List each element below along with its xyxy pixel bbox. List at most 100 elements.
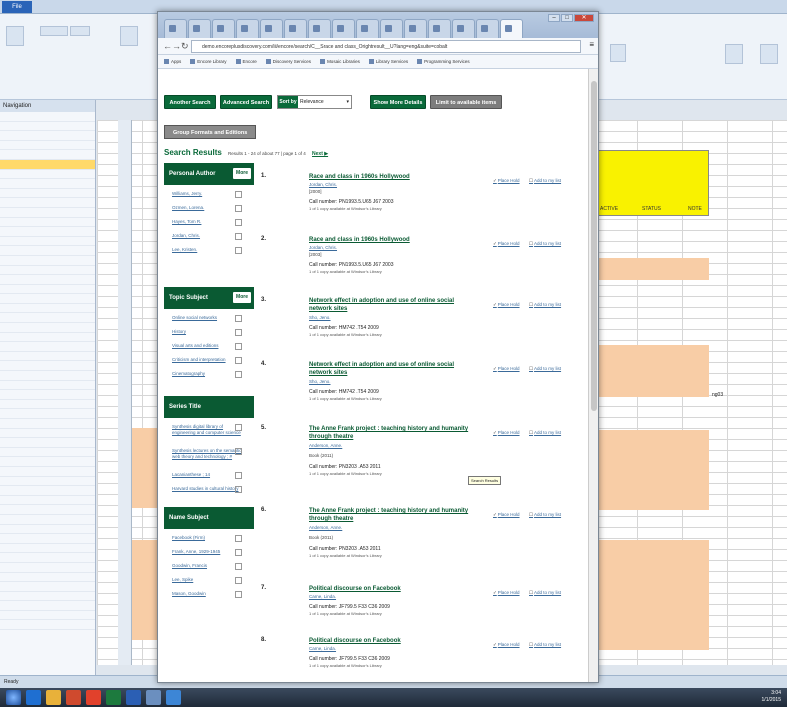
paste-button[interactable]: [6, 26, 24, 46]
another-search-button[interactable]: Another Search: [164, 95, 216, 109]
place-hold-link[interactable]: Place Hold: [493, 302, 520, 308]
browser-tab[interactable]: [476, 19, 499, 38]
browser-tab[interactable]: [428, 19, 451, 38]
task-pane-row[interactable]: [0, 477, 95, 487]
result-author-link[interactable]: Carne, Linda.: [309, 646, 336, 651]
browser-menu-icon[interactable]: ≡: [589, 40, 594, 49]
next-page-link[interactable]: Next ▶: [312, 151, 328, 157]
facet-item[interactable]: Hayes, Tom R.: [172, 219, 242, 226]
folder-icon[interactable]: [46, 690, 61, 705]
facet-item[interactable]: Goodwin, Francis: [172, 563, 242, 570]
place-hold-link[interactable]: Place Hold: [493, 590, 520, 596]
task-pane-row[interactable]: [0, 525, 95, 535]
task-pane-row[interactable]: [0, 237, 95, 247]
media-icon[interactable]: [66, 690, 81, 705]
task-pane-row[interactable]: [0, 122, 95, 132]
show-more-details-button[interactable]: Show More Details: [370, 95, 426, 109]
task-pane-row[interactable]: [0, 179, 95, 189]
browser-tab[interactable]: [332, 19, 355, 38]
browser-tab[interactable]: [164, 19, 187, 38]
facet-item[interactable]: Mason, Goodwin: [172, 591, 242, 598]
result-title-link[interactable]: Network effect in adoption and use of on…: [309, 297, 469, 313]
browser-tab[interactable]: [236, 19, 259, 38]
ie-icon[interactable]: [26, 690, 41, 705]
task-pane-row[interactable]: [0, 342, 95, 352]
result-title-link[interactable]: Political discourse on Facebook: [309, 637, 469, 645]
facet-item[interactable]: Cinematography: [172, 371, 242, 378]
task-pane-row[interactable]: [0, 505, 95, 515]
group-formats-button[interactable]: Group Formats and Editions: [164, 125, 256, 139]
format-button[interactable]: [610, 44, 626, 62]
facet-item[interactable]: Lee, Spike: [172, 577, 242, 584]
place-hold-link[interactable]: Place Hold: [493, 430, 520, 436]
bookmark-item[interactable]: Programming Services: [417, 59, 470, 64]
task-pane-row[interactable]: [0, 112, 95, 122]
chrome-icon[interactable]: [86, 690, 101, 705]
task-pane-row[interactable]: [0, 409, 95, 419]
browser-tab[interactable]: [356, 19, 379, 38]
task-pane-row[interactable]: [0, 131, 95, 141]
result-title-link[interactable]: The Anne Frank project : teaching histor…: [309, 507, 469, 523]
browser-tab[interactable]: [284, 19, 307, 38]
browser-tab[interactable]: [260, 19, 283, 38]
font-box[interactable]: [40, 26, 68, 36]
task-pane-row[interactable]: [0, 438, 95, 448]
task-pane-row[interactable]: [0, 620, 95, 631]
bookmark-item[interactable]: Discovery Services: [266, 59, 311, 64]
task-pane-row[interactable]: [0, 611, 95, 621]
minimize-button[interactable]: –: [548, 14, 560, 22]
app-icon[interactable]: [146, 690, 161, 705]
reload-icon[interactable]: ↻: [181, 41, 189, 51]
task-pane-row[interactable]: [0, 256, 95, 266]
bookmark-item[interactable]: Apps: [164, 59, 181, 64]
cells-button[interactable]: [760, 44, 778, 64]
facet-item[interactable]: History: [172, 329, 242, 336]
task-pane-row[interactable]: [0, 266, 95, 276]
font-size-box[interactable]: [70, 26, 90, 36]
word-icon[interactable]: [126, 690, 141, 705]
facet-item[interactable]: Criticism and interpretation: [172, 357, 242, 364]
add-to-list-link[interactable]: Add to my list: [529, 366, 561, 372]
task-pane-row[interactable]: [0, 573, 95, 583]
task-pane-row[interactable]: [0, 246, 95, 256]
result-author-link[interactable]: Anderson, Anne.: [309, 443, 342, 448]
task-pane-row[interactable]: [0, 304, 95, 314]
task-pane-row[interactable]: [0, 208, 95, 218]
task-pane-row[interactable]: [0, 361, 95, 372]
task-pane-row[interactable]: [0, 294, 95, 304]
bookmark-item[interactable]: Encore Library: [190, 59, 226, 64]
task-pane-row[interactable]: [0, 486, 95, 496]
task-pane-row[interactable]: [0, 227, 95, 237]
task-pane-row[interactable]: [0, 150, 95, 160]
url-input[interactable]: demo.encoreplusdiscovery.com/iii/encore/…: [191, 40, 581, 53]
task-pane-row[interactable]: [0, 457, 95, 467]
facet-item[interactable]: Jordan, Chris.: [172, 233, 242, 240]
task-pane-row[interactable]: [0, 371, 95, 381]
place-hold-link[interactable]: Place Hold: [493, 366, 520, 372]
task-pane-row[interactable]: [0, 218, 95, 228]
task-pane-row[interactable]: [0, 467, 95, 477]
align-button[interactable]: [120, 26, 138, 46]
facet-item[interactable]: Lee, Kristen.: [172, 247, 242, 254]
add-to-list-link[interactable]: Add to my list: [529, 302, 561, 308]
add-to-list-link[interactable]: Add to my list: [529, 512, 561, 518]
scrollbar-thumb[interactable]: [591, 81, 597, 411]
bookmark-item[interactable]: Mosaic Libraries: [320, 59, 360, 64]
task-pane-row[interactable]: [0, 400, 95, 410]
browser-tab[interactable]: [500, 19, 523, 38]
facet-item[interactable]: Online social networks: [172, 315, 242, 322]
advanced-search-button[interactable]: Advanced Search: [220, 95, 272, 109]
add-to-list-link[interactable]: Add to my list: [529, 178, 561, 184]
place-hold-link[interactable]: Place Hold: [493, 512, 520, 518]
task-pane-row[interactable]: [0, 448, 95, 458]
facet-more-button[interactable]: More: [233, 168, 251, 179]
sort-by-select[interactable]: Sort by Relevance ▾: [277, 95, 352, 109]
result-author-link[interactable]: Sho, Jeno.: [309, 379, 331, 384]
task-pane-row[interactable]: [0, 313, 95, 324]
task-pane-row[interactable]: [0, 352, 95, 362]
task-pane-row[interactable]: [0, 189, 95, 199]
task-pane-row[interactable]: [0, 544, 95, 554]
close-button[interactable]: ✕: [574, 14, 594, 22]
task-pane-row[interactable]: [0, 159, 95, 170]
browser-tab[interactable]: [212, 19, 235, 38]
